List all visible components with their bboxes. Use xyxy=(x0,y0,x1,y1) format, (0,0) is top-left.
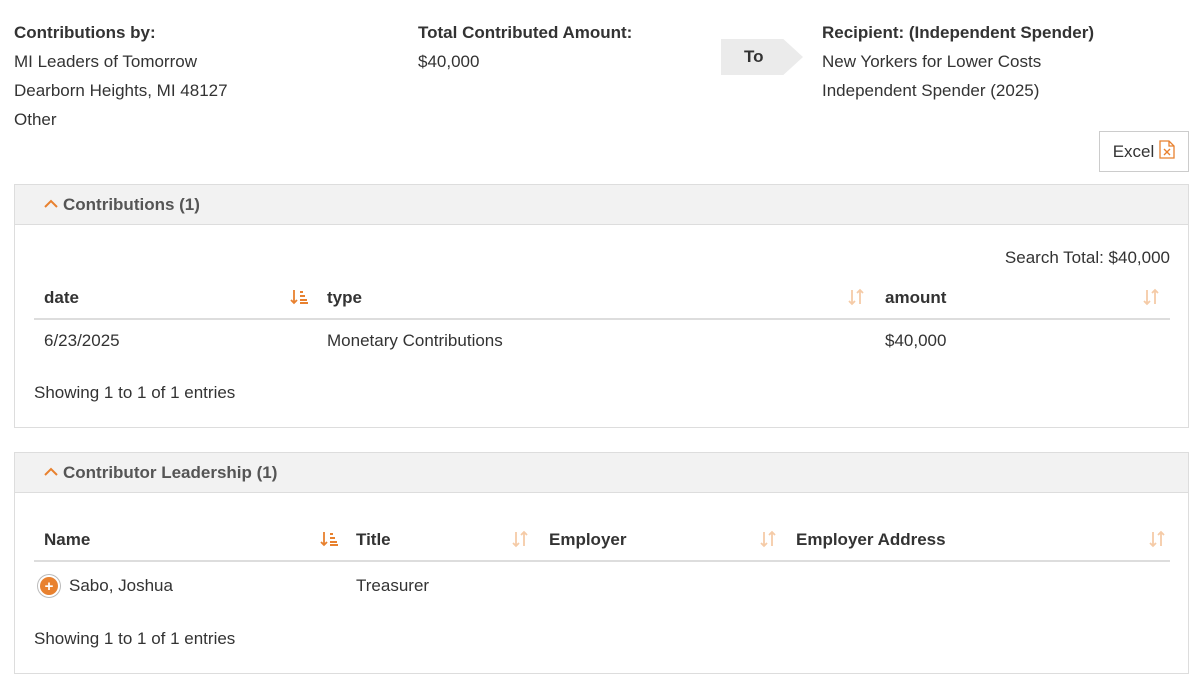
total-value: $40,000 xyxy=(418,52,480,71)
sort-ascending-icon[interactable] xyxy=(320,530,338,553)
cell-type: Monetary Contributions xyxy=(327,331,503,350)
table-row: + Sabo, Joshua Treasurer xyxy=(34,564,1170,608)
contributor-city: Dearborn Heights, MI 48127 xyxy=(14,81,228,100)
cell-name: + Sabo, Joshua xyxy=(40,564,173,608)
to-arrow-badge: To xyxy=(721,39,803,75)
column-header-title[interactable]: Title xyxy=(356,520,391,560)
leadership-panel: Contributor Leadership (1) Name Title Em… xyxy=(14,452,1189,674)
search-total: Search Total: $40,000 xyxy=(1004,248,1170,267)
contributions-panel: Contributions (1) Search Total: $40,000 … xyxy=(14,184,1189,428)
recipient-info: Recipient: (Independent Spender) New Yor… xyxy=(822,18,1182,105)
sort-both-icon[interactable] xyxy=(759,530,777,553)
recipient-label: Recipient: (Independent Spender) xyxy=(822,23,1095,42)
sort-both-icon[interactable] xyxy=(1148,530,1166,553)
total-label: Total Contributed Amount: xyxy=(418,23,633,42)
recipient-name: New Yorkers for Lower Costs xyxy=(822,52,1042,71)
chevron-up-icon xyxy=(43,195,59,215)
total-info: Total Contributed Amount: $40,000 xyxy=(418,18,678,76)
excel-export-button[interactable]: Excel xyxy=(1099,131,1189,172)
table-info: Showing 1 to 1 of 1 entries xyxy=(34,629,236,648)
excel-file-icon xyxy=(1159,139,1175,164)
excel-label: Excel xyxy=(1112,141,1155,161)
table-info: Showing 1 to 1 of 1 entries xyxy=(34,383,236,402)
contributions-panel-header[interactable]: Contributions (1) xyxy=(15,185,1188,225)
cell-date: 6/23/2025 xyxy=(44,331,120,350)
expand-plus-icon[interactable]: + xyxy=(40,577,58,595)
sort-both-icon[interactable] xyxy=(1142,288,1160,311)
leadership-title: Contributor Leadership (1) xyxy=(63,462,278,482)
chevron-up-icon xyxy=(43,463,59,483)
sort-both-icon[interactable] xyxy=(847,288,865,311)
column-header-date[interactable]: date xyxy=(44,278,79,318)
column-header-employer[interactable]: Employer xyxy=(549,520,626,560)
contributor-info: Contributions by: MI Leaders of Tomorrow… xyxy=(14,18,374,134)
contributor-name: MI Leaders of Tomorrow xyxy=(14,52,197,71)
column-header-amount[interactable]: amount xyxy=(885,278,946,318)
sort-both-icon[interactable] xyxy=(511,530,529,553)
table-row: 6/23/2025 Monetary Contributions $40,000 xyxy=(34,319,1170,363)
column-header-employer-address[interactable]: Employer Address xyxy=(796,520,946,560)
column-header-type[interactable]: type xyxy=(327,278,362,318)
leadership-table-header: Name Title Employer Employer Address xyxy=(34,520,1170,562)
leadership-panel-header[interactable]: Contributor Leadership (1) xyxy=(15,453,1188,493)
to-label: To xyxy=(744,47,764,66)
recipient-type: Independent Spender (2025) xyxy=(822,81,1040,100)
contributions-title: Contributions (1) xyxy=(63,194,200,214)
column-header-name[interactable]: Name xyxy=(44,520,90,560)
cell-amount: $40,000 xyxy=(885,331,947,350)
cell-title: Treasurer xyxy=(356,576,430,595)
leader-name: Sabo, Joshua xyxy=(69,576,173,595)
contributions-table-header: date type amount xyxy=(34,278,1170,320)
sort-ascending-icon[interactable] xyxy=(290,288,308,311)
contributor-label: Contributions by: xyxy=(14,23,156,42)
contributor-type: Other xyxy=(14,110,57,129)
